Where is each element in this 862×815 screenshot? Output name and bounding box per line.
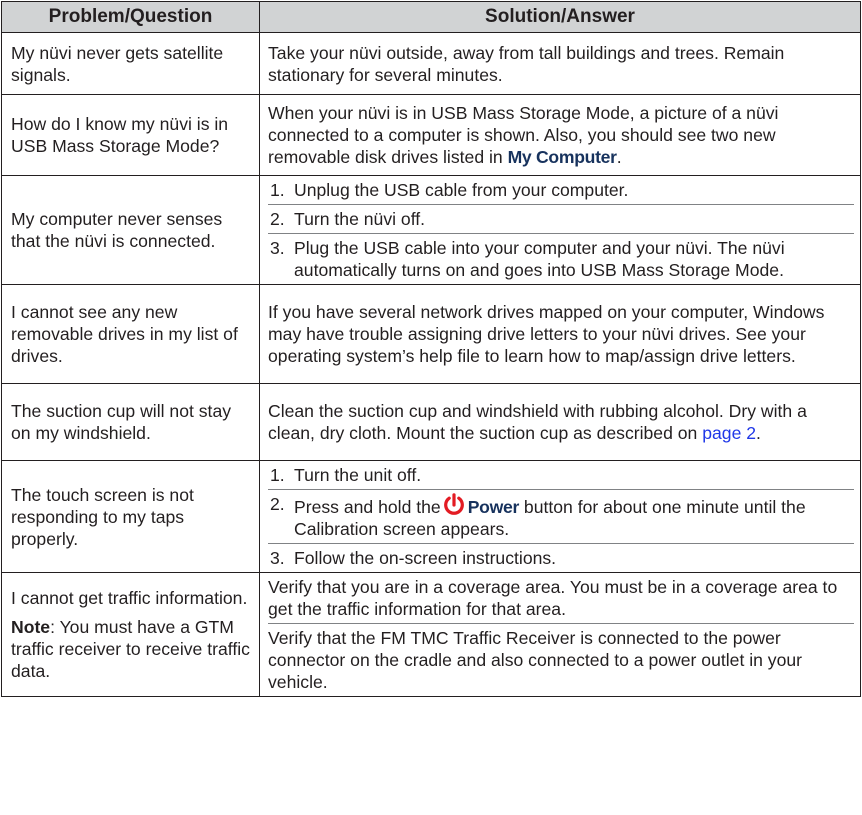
table-row: The suction cup will not stay on my wind… [1,383,861,461]
power-term: Power [467,497,520,517]
problem-cell: The touch screen is not responding to my… [1,460,260,573]
problem-cell: The suction cup will not stay on my wind… [1,383,260,461]
step-text: Turn the unit off. [294,465,422,485]
solution-text: Verify that the FM TMC Traffic Receiver … [268,623,854,696]
table-row: How do I know my nüvi is in USB Mass Sto… [1,94,861,176]
step-text: Follow the on-screen instructions. [294,548,557,568]
solution-text-end: . [756,423,761,443]
solution-cell: If you have several network drives mappe… [259,284,861,384]
problem-cell: My computer never senses that the nüvi i… [1,175,260,285]
solution-cell: 1. Unplug the USB cable from your compute… [259,175,861,285]
step-text-start: Press and hold the [294,497,441,517]
note-text: Note: You must have a GTM traffic receiv… [11,612,253,685]
solution-cell: 1. Turn the unit off. 2. Press and hold th… [259,460,861,573]
table-row: My nüvi never gets satellite signals. Ta… [1,32,861,95]
step-item: 3. Plug the USB cable into your computer … [268,233,854,284]
solution-cell: When your nüvi is in USB Mass Storage Mo… [259,94,861,176]
step-item: 1. Turn the unit off. [268,461,854,489]
step-text: Plug the USB cable into your computer an… [294,238,785,280]
troubleshooting-table: Problem/Question Solution/Answer My nüvi… [1,1,861,697]
problem-cell: I cannot see any new removable drives in… [1,284,260,384]
note-label: Note [11,617,51,637]
step-number: 3. [270,548,285,568]
step-text: Press and hold the Power button for about… [294,493,854,540]
table-row: My computer never senses that the nüvi i… [1,175,861,285]
column-header-problem: Problem/Question [1,1,260,33]
solution-text-end: . [616,147,622,167]
problem-cell: My nüvi never gets satellite signals. [1,32,260,95]
step-number: 1. [270,465,285,485]
solution-cell: Take your nüvi outside, away from tall b… [259,32,861,95]
step-item: 2. Turn the nüvi off. [268,204,854,233]
problem-cell: How do I know my nüvi is in USB Mass Sto… [1,94,260,176]
solution-cell: Clean the suction cup and windshield wit… [259,383,861,461]
table-row: I cannot see any new removable drives in… [1,284,861,384]
page-2-link[interactable]: page 2 [702,423,756,443]
table-row: The touch screen is not responding to my… [1,460,861,573]
step-item: 1. Unplug the USB cable from your compute… [268,176,854,204]
problem-text: I cannot get traffic information. [11,588,248,608]
solution-text: Verify that you are in a coverage area. … [268,577,838,619]
column-header-solution: Solution/Answer [259,1,861,33]
solution-cell: Verify that you are in a coverage area. … [259,572,861,697]
table-row: I cannot get traffic information. Note: … [1,572,861,697]
my-computer-term: My Computer [507,147,617,167]
step-text: Unplug the USB cable from your computer. [294,180,629,200]
step-number: 3. [270,238,285,258]
table-header-row: Problem/Question Solution/Answer [1,1,861,33]
step-text: Turn the nüvi off. [294,209,426,229]
step-number: 2. [270,209,285,229]
step-number: 2. [270,494,285,514]
power-icon [443,493,465,517]
step-item: 2. Press and hold the Power button for abo… [268,489,854,543]
problem-cell: I cannot get traffic information. Note: … [1,572,260,697]
step-item: 3. Follow the on-screen instructions. [268,543,854,572]
step-number: 1. [270,180,285,200]
